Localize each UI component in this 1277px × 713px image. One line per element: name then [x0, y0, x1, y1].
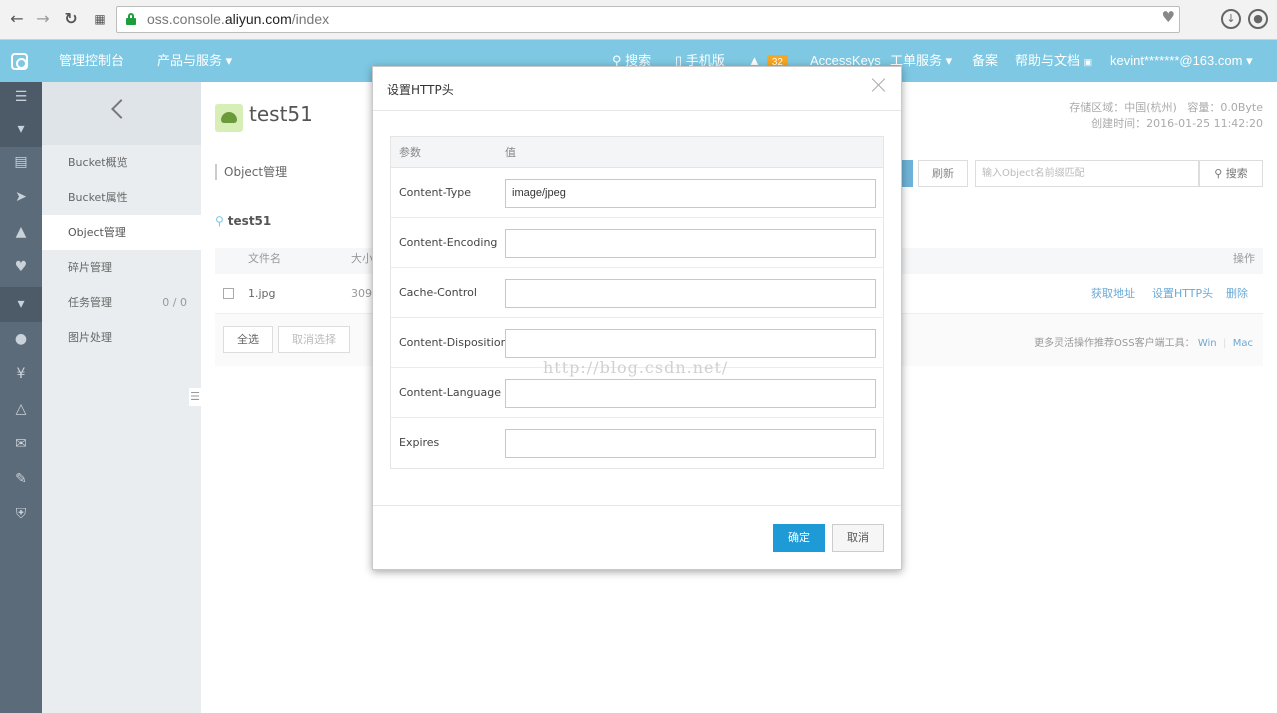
- new-icon: ▣: [1083, 57, 1093, 67]
- address-bar[interactable]: oss.console.aliyun.com/index ♥: [116, 6, 1180, 33]
- bucket-title: test51: [249, 102, 313, 126]
- field-label: Content-Encoding: [399, 236, 498, 249]
- col-value: 值: [505, 146, 516, 159]
- collapse-handle-icon[interactable]: ☰: [189, 388, 201, 406]
- col-size: 大小: [351, 252, 373, 265]
- account-icon[interactable]: ●: [1248, 9, 1268, 29]
- close-icon[interactable]: [871, 77, 887, 93]
- icon-sidebar: ☰ ▾ ▤ ➤ ▲ ♥ ▾ ● ¥ △ ✉ ✎ ⛨: [0, 82, 42, 713]
- sidebar-item-bucket-overview[interactable]: Bucket概览: [42, 145, 201, 180]
- row-size: 309: [351, 287, 372, 300]
- field-label: Content-Disposition: [399, 336, 508, 349]
- set-http-header-dialog: 设置HTTP头 参数 值 Content-Type image/jpeg Con…: [372, 66, 902, 570]
- storage-icon[interactable]: ▤: [0, 147, 42, 177]
- sidebar-item-fragments[interactable]: 碎片管理: [42, 250, 201, 285]
- pencil-icon[interactable]: ✎: [0, 464, 42, 494]
- content-disposition-input[interactable]: [505, 329, 876, 358]
- filing-link[interactable]: 备案: [972, 40, 998, 82]
- search-icon: ⚲: [1214, 167, 1223, 180]
- menu-icon[interactable]: ☰: [0, 82, 42, 112]
- field-label: Content-Language: [399, 386, 502, 399]
- caret-down-icon: ▾: [225, 53, 233, 68]
- section-title: Object管理: [215, 164, 287, 180]
- col-param: 参数: [399, 146, 421, 159]
- caret-down-icon[interactable]: ▾: [0, 112, 42, 147]
- table-row: Cache-Control: [391, 268, 883, 318]
- sidebar-item-image-processing[interactable]: 图片处理: [42, 320, 201, 355]
- client-tools-note: 更多灵活操作推荐OSS客户端工具： Win | Mac: [1034, 338, 1253, 349]
- shield-icon[interactable]: ⛨: [0, 499, 42, 529]
- browser-chrome: ← → ↻ ▦ oss.console.aliyun.com/index ♥ ↓…: [0, 0, 1277, 40]
- breadcrumb: ⚲ test51: [215, 214, 272, 228]
- download-icon[interactable]: ↓: [1221, 9, 1241, 29]
- caret-down-icon[interactable]: ▾: [0, 287, 42, 322]
- caret-down-icon: ▾: [1246, 53, 1253, 68]
- upload-button[interactable]: [901, 160, 913, 187]
- delete-link[interactable]: 删除: [1226, 274, 1248, 314]
- mac-link[interactable]: Mac: [1233, 338, 1253, 349]
- sidebar-item-tasks[interactable]: 任务管理 0 / 0: [42, 285, 201, 320]
- field-label: Cache-Control: [399, 286, 477, 299]
- table-header: 参数 值: [391, 137, 883, 168]
- network-icon[interactable]: ▲: [0, 217, 42, 247]
- caret-down-icon: ▾: [945, 53, 953, 68]
- set-http-header-link[interactable]: 设置HTTP头: [1152, 274, 1213, 314]
- cache-control-input[interactable]: [505, 279, 876, 308]
- expires-input[interactable]: [505, 429, 876, 458]
- sidebar-item-bucket-properties[interactable]: Bucket属性: [42, 180, 201, 215]
- content-encoding-input[interactable]: [505, 229, 876, 258]
- table-row: Content-Type image/jpeg: [391, 168, 883, 218]
- help-link[interactable]: 帮助与文档 ▣: [1015, 40, 1092, 83]
- get-url-link[interactable]: 获取地址: [1091, 274, 1135, 314]
- dialog-footer: 确定 取消: [373, 505, 901, 569]
- cdn-icon[interactable]: ➤: [0, 182, 42, 212]
- arrow-right-icon[interactable]: →: [32, 8, 54, 30]
- content-type-input[interactable]: image/jpeg: [505, 179, 876, 208]
- table-row: Expires: [391, 418, 883, 468]
- bucket-sidebar: Bucket概览 Bucket属性 Object管理 碎片管理 任务管理 0 / …: [42, 82, 201, 713]
- mail-icon[interactable]: ✉: [0, 429, 42, 459]
- row-checkbox[interactable]: [223, 288, 234, 299]
- reload-icon[interactable]: ↻: [60, 8, 82, 30]
- field-label: Expires: [399, 436, 440, 449]
- col-filename: 文件名: [248, 252, 281, 265]
- bucket-info: 存储区域：中国(杭州) 容量：0.0Byte 创建时间：2016-01-25 1…: [1069, 101, 1263, 130]
- url-text: oss.console.aliyun.com/index: [147, 11, 330, 27]
- bucket-cloud-icon: [215, 104, 243, 132]
- col-actions: 操作: [1233, 252, 1255, 265]
- heart-icon[interactable]: ♥: [1162, 8, 1175, 26]
- row-filename[interactable]: 1.jpg: [248, 274, 276, 314]
- win-link[interactable]: Win: [1198, 338, 1217, 349]
- user-menu[interactable]: kevint*******@163.com ▾: [1110, 40, 1253, 82]
- aliyun-logo-icon[interactable]: [11, 53, 28, 70]
- apps-grid-icon[interactable]: ▦: [89, 8, 111, 30]
- cancel-button[interactable]: 取消: [832, 524, 884, 552]
- dialog-header: 设置HTTP头: [373, 67, 901, 111]
- chevron-left-icon: [111, 99, 131, 119]
- select-all-button[interactable]: 全选: [223, 326, 273, 353]
- products-menu[interactable]: 产品与服务 ▾: [157, 40, 232, 82]
- yen-icon[interactable]: ¥: [0, 359, 42, 389]
- arrow-left-icon[interactable]: ←: [6, 8, 28, 30]
- content-language-input[interactable]: [505, 379, 876, 408]
- dialog-title: 设置HTTP头: [387, 83, 454, 97]
- object-search-button[interactable]: ⚲ 搜索: [1199, 160, 1263, 187]
- field-label: Content-Type: [399, 186, 471, 199]
- location-pin-icon: ⚲: [215, 214, 224, 228]
- table-row: Content-Encoding: [391, 218, 883, 268]
- lock-icon: [126, 13, 136, 25]
- confirm-button[interactable]: 确定: [773, 524, 825, 552]
- flask-icon[interactable]: △: [0, 394, 42, 424]
- object-search-input[interactable]: 输入Object名前缀匹配: [975, 160, 1199, 187]
- heart-icon[interactable]: ♥: [0, 252, 42, 282]
- unselect-button[interactable]: 取消选择: [278, 326, 350, 353]
- user-icon[interactable]: ●: [0, 324, 42, 354]
- back-button[interactable]: [42, 82, 201, 145]
- console-link[interactable]: 管理控制台: [59, 40, 124, 82]
- refresh-button[interactable]: 刷新: [918, 160, 968, 187]
- http-header-table: 参数 值 Content-Type image/jpeg Content-Enc…: [390, 136, 884, 469]
- sidebar-item-object-management[interactable]: Object管理: [42, 215, 201, 250]
- task-count: 0 / 0: [162, 296, 187, 309]
- watermark: http://blog.csdn.net/: [543, 358, 729, 377]
